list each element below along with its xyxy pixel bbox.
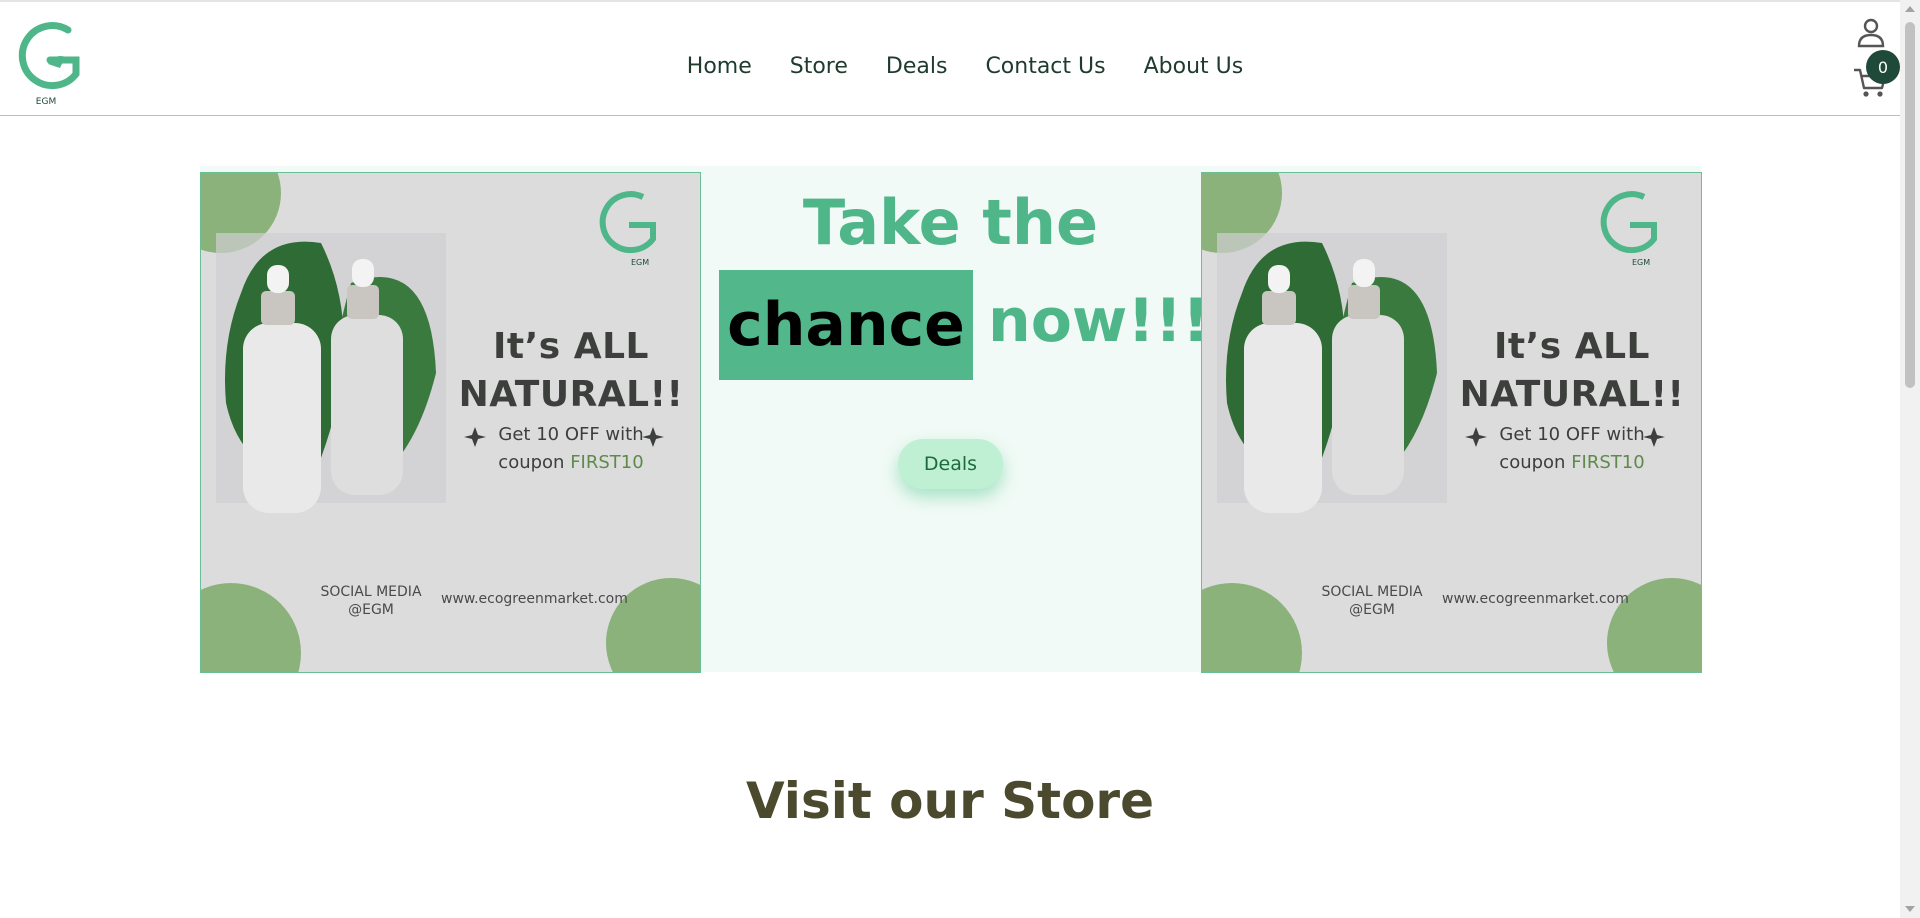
promo-card-right[interactable]: EGM It’s ALL NATURAL!! Get 10 OFF with c… xyxy=(1201,172,1702,673)
hero-headline: Take the xyxy=(802,186,1099,259)
promo-card-left[interactable]: EGM It’s ALL NATURAL!! Get 10 OFF with c… xyxy=(200,172,701,673)
promo-sub-line1: Get 10 OFF with xyxy=(498,424,644,445)
promo-sub-line2: coupon FIRST10 xyxy=(1499,452,1645,473)
scrollbar-thumb[interactable] xyxy=(1905,22,1915,388)
hero-headline-end: now!!! xyxy=(988,286,1210,356)
svg-text:EGM: EGM xyxy=(1632,258,1650,267)
site-header: EGM Home Store Deals Contact Us About Us xyxy=(0,2,1900,116)
cart-count-badge: 0 xyxy=(1866,50,1900,84)
page-scrollbar[interactable] xyxy=(1900,0,1920,918)
scroll-down-icon[interactable] xyxy=(1905,906,1915,912)
main-nav: Home Store Deals Contact Us About Us xyxy=(0,54,1900,79)
promo-social: SOCIAL MEDIA @EGM xyxy=(320,584,422,618)
nav-about-us[interactable]: About Us xyxy=(1144,54,1244,79)
promo-sub-line1: Get 10 OFF with xyxy=(1499,424,1645,445)
scroll-up-icon[interactable] xyxy=(1905,6,1915,12)
promo-website: www.ecogreenmarket.com xyxy=(1442,591,1629,607)
promo-title-line2: NATURAL!! xyxy=(458,374,684,415)
svg-text:EGM: EGM xyxy=(631,258,649,267)
hero-banner: EGM It’s ALL NATURAL!! Get 10 OFF with c… xyxy=(200,166,1702,673)
svg-text:EGM: EGM xyxy=(36,97,56,107)
coupon-code: FIRST10 xyxy=(570,452,644,473)
promo-title-line1: It’s ALL xyxy=(1494,326,1650,367)
nav-deals[interactable]: Deals xyxy=(886,54,948,79)
coupon-code: FIRST10 xyxy=(1571,452,1645,473)
promo-text: It’s ALL NATURAL!! Get 10 OFF with coupo… xyxy=(1452,323,1692,475)
promo-social: SOCIAL MEDIA @EGM xyxy=(1321,584,1423,618)
promo-title-line1: It’s ALL xyxy=(493,326,649,367)
nav-store[interactable]: Store xyxy=(790,54,848,79)
nav-contact-us[interactable]: Contact Us xyxy=(985,54,1105,79)
promo-title-line2: NATURAL!! xyxy=(1459,374,1685,415)
deals-button[interactable]: Deals xyxy=(898,439,1003,489)
nav-home[interactable]: Home xyxy=(687,54,752,79)
promo-text: It’s ALL NATURAL!! Get 10 OFF with coupo… xyxy=(451,323,691,475)
hero-highlight: chance xyxy=(719,270,973,380)
promo-website: www.ecogreenmarket.com xyxy=(441,591,628,607)
section-title: Visit our Store xyxy=(745,771,1154,830)
promo-sub-line2: coupon FIRST10 xyxy=(498,452,644,473)
user-icon[interactable] xyxy=(1856,17,1886,49)
